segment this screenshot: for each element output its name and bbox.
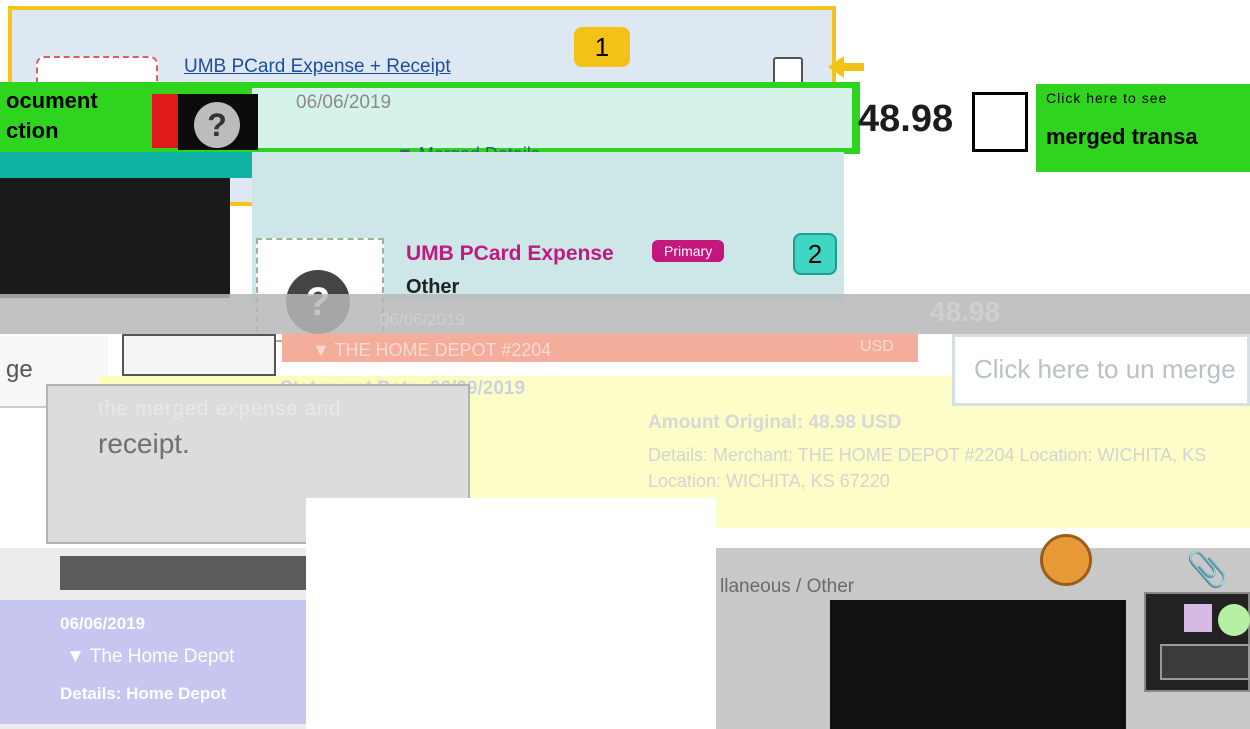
lower-right-dark-panel: [830, 600, 1126, 729]
blank-overlay: [306, 498, 716, 729]
lower-card-merchant: ▼ The Home Depot: [66, 646, 234, 668]
red-status-block: [152, 94, 178, 148]
select-checkbox[interactable]: [773, 57, 803, 85]
callout-2: 2: [793, 233, 837, 275]
primary-amount: 48.98: [930, 296, 1001, 327]
right-tooltip-top: Click here to see: [1046, 90, 1168, 106]
left-dark-panel: [0, 178, 230, 298]
left-strip-line1: ocument: [6, 88, 98, 113]
lower-card-details: Details: Home Depot: [60, 684, 227, 703]
lower-card-date: 06/06/2019: [60, 614, 146, 633]
top-card-amount: 48.98: [858, 98, 954, 140]
lower-left-header: [60, 556, 306, 590]
unmerge-label: Click here to un merge: [974, 354, 1236, 384]
top-card-date: 06/06/2019: [296, 92, 392, 113]
green-circle-icon: [1218, 604, 1250, 636]
chevron-down-icon: ▼: [66, 646, 85, 667]
left-strip-line2: ction: [6, 118, 59, 143]
expense-type-dropdown[interactable]: [122, 334, 276, 376]
primary-card-title[interactable]: UMB PCard Expense: [406, 242, 614, 266]
merchant-label: THE HOME DEPOT #2204: [334, 340, 552, 360]
lower-right-dropdown[interactable]: [1160, 644, 1250, 680]
callout-arrow-icon: [828, 56, 864, 78]
details-text: Details: Merchant: THE HOME DEPOT #2204 …: [648, 445, 1207, 491]
receipt-icon[interactable]: [1040, 534, 1092, 586]
tooltip-line2: receipt.: [98, 428, 190, 459]
top-card-title-link[interactable]: UMB PCard Expense + Receipt: [184, 56, 451, 78]
amount-original: Amount Original: 48.98 USD: [648, 412, 902, 433]
merge-checkbox[interactable]: [972, 92, 1028, 152]
primary-badge: Primary: [652, 240, 725, 262]
purple-square-icon: [1184, 604, 1212, 632]
category-label: llaneous / Other: [720, 576, 855, 597]
stage-text: ge: [6, 356, 33, 383]
paperclip-icon[interactable]: 📎: [1186, 550, 1228, 590]
callout-1: 1: [574, 27, 630, 67]
question-icon: ?: [194, 102, 240, 148]
right-tooltip-text: merged transa: [1046, 124, 1198, 149]
faded-overlay-bar: [0, 294, 1250, 334]
merchant-name: ▼ THE HOME DEPOT #2204: [312, 340, 551, 361]
teal-divider: [0, 152, 252, 178]
chevron-down-icon: ▼: [312, 340, 330, 360]
lower-merchant-label: The Home Depot: [89, 646, 235, 667]
primary-date: 06/06/2019: [380, 310, 466, 329]
tooltip-line1: the merged expense and: [98, 398, 342, 420]
currency-label: USD: [860, 338, 894, 355]
left-strip-label: ocument ction: [6, 86, 98, 146]
